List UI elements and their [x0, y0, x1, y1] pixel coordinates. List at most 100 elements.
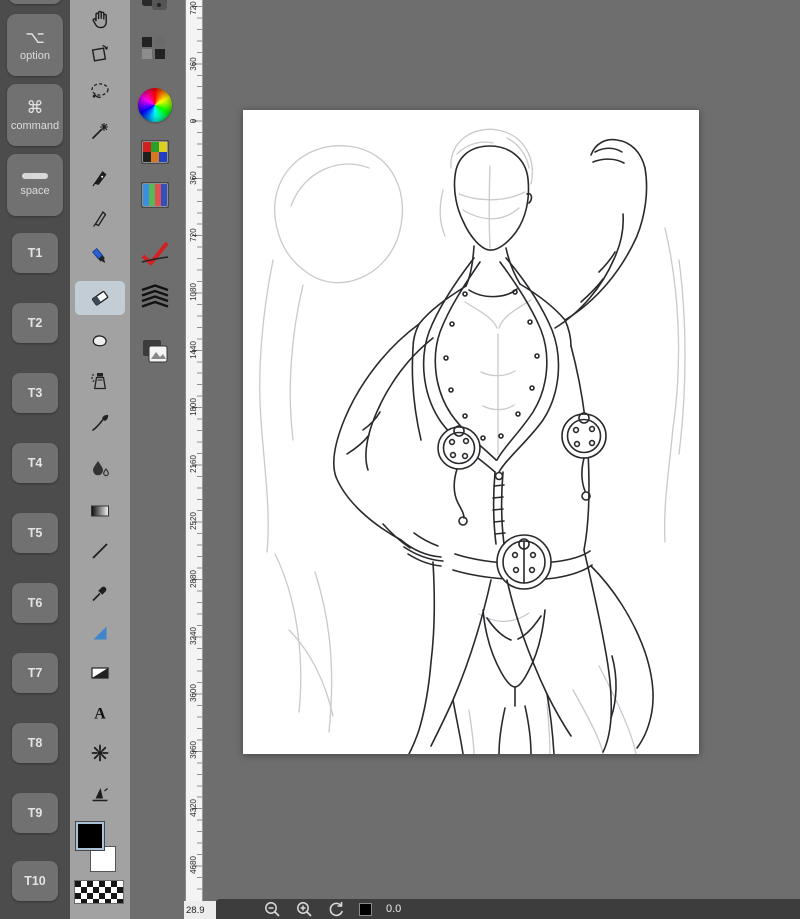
gradient-tool-button[interactable] — [75, 494, 125, 528]
color-wheel[interactable] — [138, 88, 172, 122]
space-key-button[interactable]: space — [7, 154, 63, 216]
t-button-10[interactable]: T10 — [12, 861, 58, 901]
paintbrush-tool-button[interactable] — [75, 406, 125, 440]
canvas-artwork — [259, 128, 686, 754]
command-key-label: command — [10, 119, 60, 132]
command-key-button[interactable]: ⌘ command — [7, 84, 63, 146]
tool-column: A — [70, 0, 130, 919]
hand-tool-button[interactable] — [75, 2, 125, 36]
magic-wand-tool-button[interactable] — [75, 114, 125, 148]
gradient-icon — [91, 505, 109, 517]
pen-icon — [92, 171, 107, 187]
pen-tool-button[interactable] — [75, 160, 125, 194]
partial-shortcut-button[interactable] — [8, 0, 62, 4]
pattern-palette-button[interactable] — [141, 182, 169, 213]
ruler-label: 3240 — [189, 627, 198, 645]
layer-stack-icon — [141, 284, 169, 308]
tone-cards-button[interactable] — [141, 0, 171, 20]
foreground-color-swatch[interactable] — [76, 822, 104, 850]
marker-icon — [92, 247, 106, 263]
water-drop-icon — [93, 461, 109, 477]
fill-triangle-icon — [93, 626, 107, 640]
rotate-view-icon — [329, 902, 343, 917]
text-tool-button[interactable]: A — [75, 696, 125, 730]
ruler-label: 1440 — [189, 341, 198, 359]
color-palette-icon — [141, 140, 169, 164]
blend-tool-button[interactable] — [75, 452, 125, 486]
option-key-symbol: ⌥ — [25, 27, 45, 47]
option-key-label: option — [20, 49, 50, 62]
ruler-readout: 28.9 — [184, 901, 216, 919]
tone-icon — [91, 667, 109, 679]
ruler-label: 1080 — [189, 283, 198, 301]
ruler-label: 3600 — [189, 684, 198, 702]
t-button-1[interactable]: T1 — [12, 233, 58, 273]
zoom-out-button[interactable] — [263, 900, 281, 918]
lasso-tool-button[interactable] — [75, 74, 125, 108]
current-color-swatch[interactable] — [359, 902, 372, 916]
ruler-label: 360 — [189, 171, 198, 185]
ruler-label: 4680 — [189, 856, 198, 874]
t-button-8[interactable]: T8 — [12, 723, 58, 763]
perspective-move-icon — [92, 788, 108, 802]
workspace — [204, 0, 800, 919]
eyedropper-icon — [92, 586, 107, 602]
t-button-2[interactable]: T2 — [12, 303, 58, 343]
status-bar: 0.0 — [215, 899, 800, 919]
shortcut-panel: ⌥ option ⌘ command space T1 T2 T3 T4 T5 … — [0, 0, 70, 919]
reference-images-button[interactable] — [140, 337, 170, 370]
rotate-view-tool-button[interactable] — [75, 36, 125, 70]
perspective-move-tool-button[interactable] — [75, 777, 125, 811]
layer-stack-button[interactable] — [139, 283, 171, 314]
transparent-pattern-swatch[interactable] — [74, 880, 124, 904]
drawing-canvas[interactable] — [243, 110, 699, 754]
ruler-label: 2880 — [189, 570, 198, 588]
ruler-label: 0 — [189, 118, 198, 124]
halftone-dots-icon — [142, 37, 165, 59]
halftone-dots-button[interactable] — [141, 36, 167, 65]
line-icon — [92, 543, 108, 559]
eyedropper-tool-button[interactable] — [75, 576, 125, 610]
fill-tool-button[interactable] — [75, 616, 125, 650]
option-key-button[interactable]: ⌥ option — [7, 14, 63, 76]
hand-icon — [92, 10, 107, 29]
zoom-in-icon — [297, 902, 312, 917]
ruler-label: 2160 — [189, 455, 198, 473]
marker-tool-button[interactable] — [75, 240, 125, 274]
starburst-icon — [91, 744, 109, 762]
pattern-spray-tool-button[interactable] — [75, 736, 125, 770]
vertical-ruler: 720 360 0 360 720 1080 1440 1800 2160 25… — [185, 0, 203, 901]
space-bar-icon — [22, 173, 48, 179]
text-tool-glyph: A — [94, 706, 106, 723]
kneaded-eraser-tool-button[interactable] — [75, 323, 125, 357]
t-button-3[interactable]: T3 — [12, 373, 58, 413]
eraser-tool-button[interactable] — [75, 281, 125, 315]
lasso-icon — [91, 83, 109, 98]
tone-cards-icon — [142, 0, 167, 10]
t-button-7[interactable]: T7 — [12, 653, 58, 693]
ruler-label: 720 — [189, 1, 198, 15]
magic-wand-icon — [92, 122, 109, 139]
t-button-5[interactable]: T5 — [12, 513, 58, 553]
zoom-in-button[interactable] — [295, 900, 313, 918]
t-button-6[interactable]: T6 — [12, 583, 58, 623]
t-button-9[interactable]: T9 — [12, 793, 58, 833]
color-palette-button[interactable] — [141, 140, 169, 169]
rotate-view-button[interactable] — [327, 900, 345, 918]
tone-tool-button[interactable] — [75, 656, 125, 690]
auto-correct-button[interactable] — [140, 240, 170, 271]
text-icon: A — [94, 706, 106, 723]
airbrush-tool-button[interactable] — [75, 364, 125, 398]
ruler-label: 720 — [189, 228, 198, 242]
space-key-label: space — [20, 185, 50, 197]
t-button-4[interactable]: T4 — [12, 443, 58, 483]
line-tool-button[interactable] — [75, 534, 125, 568]
command-key-symbol: ⌘ — [26, 97, 44, 117]
paintbrush-icon — [92, 414, 109, 432]
kneaded-eraser-icon — [92, 335, 107, 347]
mapping-pen-tool-button[interactable] — [75, 200, 125, 234]
ink-layer — [333, 138, 654, 754]
rotate-view-icon — [91, 44, 108, 62]
ruler-label: 4320 — [189, 799, 198, 817]
eraser-icon — [92, 290, 109, 306]
